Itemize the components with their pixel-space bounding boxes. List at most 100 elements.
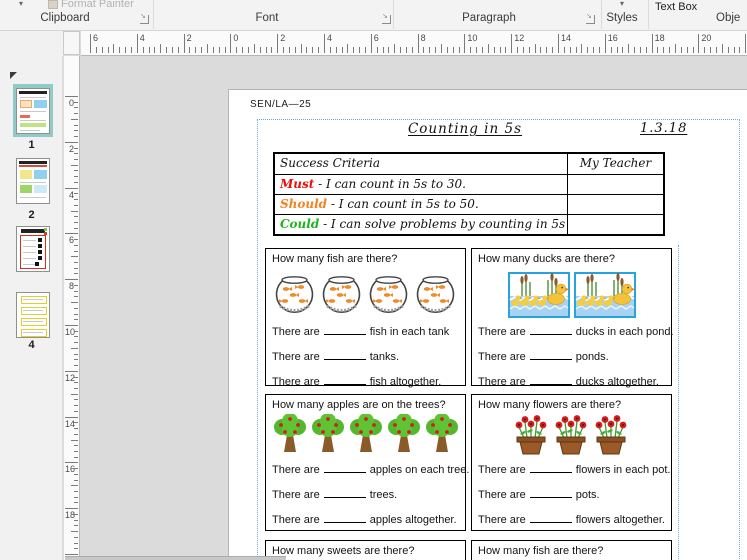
ruler-tick [458, 47, 460, 53]
ruler-tick [71, 531, 78, 533]
answer-blank[interactable] [323, 374, 366, 385]
ruler-label: 4 [139, 33, 145, 43]
ruler-tick [74, 124, 78, 126]
ruler-tick [680, 47, 682, 53]
tab-selector-box[interactable] [63, 31, 80, 55]
answer-blank[interactable] [529, 349, 572, 360]
apple-tree-image [350, 414, 382, 452]
paste-dropdown-arrow[interactable]: ▾ [19, 0, 23, 8]
ruler-label: 18 [65, 510, 76, 521]
ruler-tick [505, 47, 507, 53]
fill-in-line: There are trees. [272, 487, 398, 501]
ruler-tick [148, 47, 150, 53]
ruler-tick [335, 47, 337, 53]
question-box-apples[interactable]: How many apples are on the trees? There … [265, 394, 469, 531]
answer-blank[interactable] [529, 462, 572, 473]
ruler-tick [74, 296, 78, 298]
ruler-tick [74, 456, 78, 458]
ruler-tick [481, 47, 483, 53]
vertical-ruler[interactable]: 02468101214161820 [63, 56, 80, 560]
ruler-tick [65, 233, 78, 235]
question-box-sweets[interactable]: How many sweets are there? [265, 540, 466, 560]
ruler-tick [74, 405, 78, 407]
ruler-tick [74, 330, 78, 332]
answer-blank[interactable] [529, 487, 572, 498]
answer-blank[interactable] [529, 374, 572, 385]
ruler-tick [236, 47, 238, 53]
ruler-tick [692, 47, 694, 53]
styles-gallery-arrow[interactable]: ▾ [620, 0, 624, 8]
ruler-tick [74, 382, 78, 384]
ruler-tick [74, 244, 78, 246]
ruler-tick [265, 47, 267, 53]
ruler-tick [739, 47, 741, 53]
ruler-label: 6 [68, 235, 74, 246]
question-box-flowers[interactable]: How many flowers are there? There are flo… [471, 394, 672, 531]
ruler-tick [446, 47, 448, 53]
ruler-tick [74, 273, 78, 275]
horizontal-ruler[interactable]: 6420246810121416182022 [81, 30, 747, 56]
ruler-tick [581, 44, 583, 53]
answer-blank[interactable] [529, 324, 572, 335]
answer-blank[interactable] [323, 512, 366, 523]
ruler-label: 16 [65, 464, 76, 475]
answer-blank[interactable] [323, 487, 366, 498]
publication-page[interactable]: SEN/LA—25 Counting in 5s 1.3.18 Success … [228, 89, 747, 560]
question-box-fish-2[interactable]: How many fish are there? [471, 540, 672, 560]
paragraph-dialog-launcher[interactable] [586, 12, 595, 24]
criteria-row: Should - I can count in 5s to 50. [275, 194, 663, 214]
ruler-tick [563, 47, 565, 53]
criteria-text: - I can count in 5s to 50. [330, 197, 479, 211]
ruler-tick [423, 47, 425, 53]
answer-blank[interactable] [323, 349, 366, 360]
ruler-tick [499, 47, 501, 53]
ruler-tick [74, 284, 78, 286]
ruler-tick [74, 519, 78, 521]
question-box-fish[interactable]: How many fish are there? There are fish i… [265, 248, 466, 388]
ruler-tick [616, 47, 618, 53]
ruler-row: 6420246810121416182022 [0, 30, 747, 56]
page-thumbnail-2[interactable] [16, 158, 50, 204]
page-number-4[interactable]: 4 [0, 339, 63, 351]
flower-pot-image [595, 415, 626, 455]
ruler-tick [493, 47, 495, 53]
ruler-tick [71, 347, 78, 349]
question-box-ducks[interactable]: How many ducks are there? There are ducks… [471, 248, 674, 388]
ruler-tick [74, 387, 78, 389]
ruler-tick [154, 47, 156, 53]
ruler-tick [71, 118, 78, 120]
page-number-1[interactable]: 1 [0, 139, 63, 151]
ruler-tick [74, 267, 78, 269]
ruler-tick [715, 47, 717, 53]
ruler-tick [74, 502, 78, 504]
ruler-tick [195, 47, 197, 53]
page-number-2[interactable]: 2 [0, 209, 63, 221]
ruler-tick [546, 47, 548, 53]
ruler-tick [359, 47, 361, 53]
fill-in-line: There are ducks altogether. [478, 374, 659, 388]
ruler-tick [71, 485, 78, 487]
page-thumbnail-4[interactable] [16, 292, 50, 338]
format-painter-button[interactable]: Format Painter [61, 0, 134, 10]
pane-collapse-icon[interactable] [10, 72, 17, 79]
horizontal-scrollbar[interactable] [65, 556, 286, 560]
ruler-tick [74, 491, 78, 493]
clipboard-dialog-launcher[interactable] [140, 12, 149, 24]
ruler-label: 0 [233, 33, 239, 43]
answer-blank[interactable] [323, 462, 366, 473]
ruler-tick [65, 462, 78, 464]
answer-blank[interactable] [529, 512, 572, 523]
page-thumbnail-3[interactable] [16, 226, 50, 272]
success-criteria-table: Success Criteria My Teacher Must - I can… [273, 152, 665, 236]
ruler-tick [74, 199, 78, 201]
ruler-corner [0, 30, 63, 56]
format-painter-icon[interactable] [48, 0, 58, 9]
page-thumbnail-1[interactable] [16, 88, 50, 134]
ruler-tick [107, 47, 109, 53]
ruler-tick [74, 433, 78, 435]
answer-blank[interactable] [323, 324, 366, 335]
fill-in-line: There are flowers in each pot. [478, 462, 671, 476]
ruler-tick [528, 47, 530, 53]
worksheet-date: 1.3.18 [640, 121, 688, 136]
font-dialog-launcher[interactable] [382, 12, 391, 24]
